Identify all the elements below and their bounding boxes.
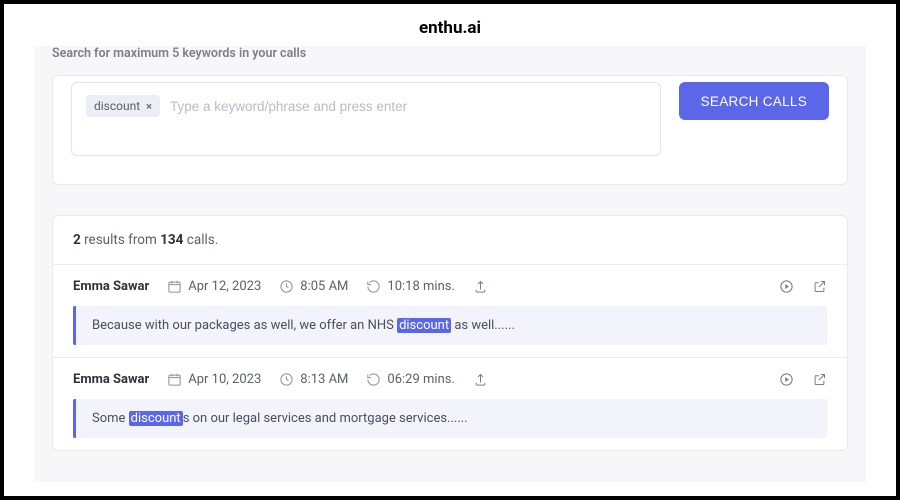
highlight: discount xyxy=(129,411,183,426)
share-icon[interactable] xyxy=(473,372,488,387)
calendar-icon xyxy=(167,372,182,387)
highlight: discount xyxy=(397,318,451,333)
call-duration: 06:29 mins. xyxy=(387,372,454,387)
result-row: Emma Sawar Apr 12, 2023 8:05 AM 10:18 mi… xyxy=(53,265,847,345)
calendar-icon xyxy=(167,279,182,294)
call-duration: 10:18 mins. xyxy=(387,279,454,294)
keyword-input[interactable] xyxy=(170,95,646,117)
duration-icon xyxy=(366,279,381,294)
duration-icon xyxy=(366,372,381,387)
results-summary: 2 results from 134 calls. xyxy=(53,216,847,265)
brand-title: enthu.ai xyxy=(4,4,896,38)
remove-chip-icon[interactable]: × xyxy=(146,100,152,113)
call-time: 8:13 AM xyxy=(300,372,348,387)
result-snippet: Because with our packages as well, we of… xyxy=(73,306,827,345)
result-row: Emma Sawar Apr 10, 2023 8:13 AM 06:29 mi… xyxy=(53,358,847,438)
keyword-input-box[interactable]: discount × xyxy=(71,82,661,156)
play-icon[interactable] xyxy=(779,279,794,294)
share-icon[interactable] xyxy=(473,279,488,294)
call-date: Apr 12, 2023 xyxy=(188,279,261,294)
search-calls-button[interactable]: SEARCH CALLS xyxy=(679,82,829,120)
caller-name: Emma Sawar xyxy=(73,372,149,387)
search-label: Search for maximum 5 keywords in your ca… xyxy=(34,46,866,69)
results-card: 2 results from 134 calls. Emma Sawar Apr… xyxy=(52,215,848,451)
open-external-icon[interactable] xyxy=(812,279,827,294)
result-snippet: Some discounts on our legal services and… xyxy=(73,399,827,438)
play-icon[interactable] xyxy=(779,372,794,387)
search-card: discount × SEARCH CALLS xyxy=(52,75,848,185)
call-date: Apr 10, 2023 xyxy=(188,372,261,387)
caller-name: Emma Sawar xyxy=(73,279,149,294)
open-external-icon[interactable] xyxy=(812,372,827,387)
clock-icon xyxy=(279,372,294,387)
call-time: 8:05 AM xyxy=(300,279,348,294)
keyword-chip[interactable]: discount × xyxy=(86,95,160,117)
keyword-chip-label: discount xyxy=(94,99,140,113)
clock-icon xyxy=(279,279,294,294)
